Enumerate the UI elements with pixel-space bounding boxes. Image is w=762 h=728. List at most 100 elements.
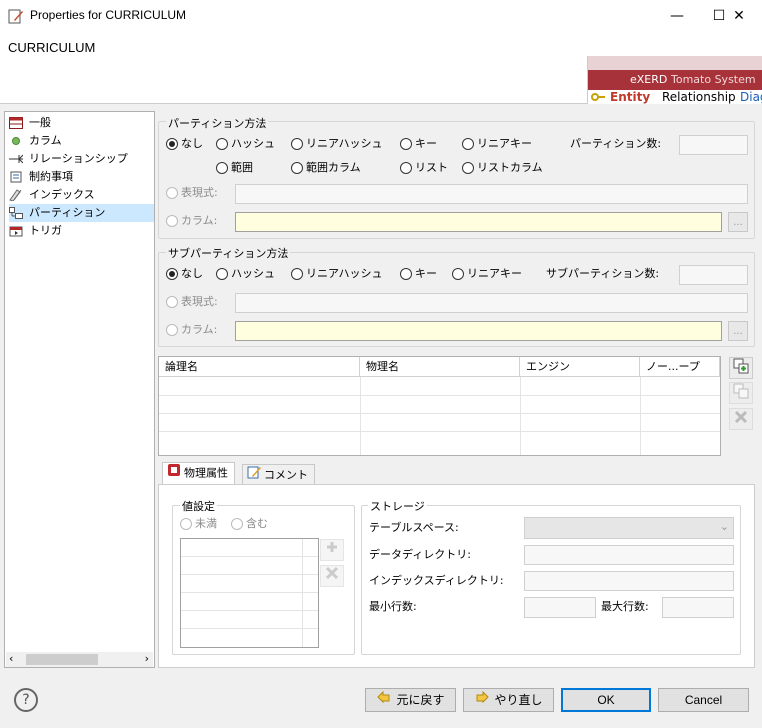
- dialog-header: CURRICULUM eXERD Tomato System Entity Re…: [0, 32, 762, 104]
- tab-entity[interactable]: Entity: [610, 90, 650, 104]
- partition-linear-key-radio[interactable]: リニアキー: [462, 136, 532, 152]
- index-directory-input[interactable]: [524, 571, 734, 591]
- values-inclusive-radio[interactable]: 含む: [231, 516, 268, 532]
- table-icon: [9, 117, 23, 129]
- partition-table: 論理名 物理名 エンジン ノー...ープ: [158, 356, 721, 456]
- column-header-engine[interactable]: エンジン: [520, 357, 640, 377]
- partition-icon: [9, 207, 23, 219]
- tab-physical-attributes[interactable]: 物理属性: [162, 462, 235, 486]
- redo-icon: [474, 690, 490, 712]
- min-rows-input[interactable]: [524, 597, 596, 618]
- window-title: Properties for CURRICULUM: [30, 8, 187, 22]
- tree-item-index[interactable]: インデックス: [9, 186, 154, 204]
- values-group-label: 値設定: [180, 498, 217, 514]
- partition-none-radio[interactable]: なし: [166, 136, 203, 152]
- partition-column-radio[interactable]: カラム:: [166, 213, 217, 229]
- help-button[interactable]: ?: [14, 688, 38, 712]
- subpartition-linear-key-radio[interactable]: リニアキー: [452, 266, 522, 282]
- partition-count-label: パーティション数:: [570, 137, 662, 150]
- index-icon: [9, 189, 23, 202]
- tree-item-column[interactable]: カラム: [9, 132, 154, 150]
- partition-list-radio[interactable]: リスト: [400, 160, 448, 176]
- comment-icon: [247, 465, 261, 486]
- delete-value-button[interactable]: [320, 565, 344, 587]
- subpartition-column-input[interactable]: [235, 321, 722, 341]
- partition-range-columns-radio[interactable]: 範囲カラム: [291, 160, 361, 176]
- tab-comment[interactable]: コメント: [242, 464, 315, 486]
- data-directory-input[interactable]: [524, 545, 734, 565]
- tree-item-constraints[interactable]: 制約事項: [9, 168, 154, 186]
- subpartition-expression-radio[interactable]: 表現式:: [166, 294, 218, 310]
- scroll-right-icon[interactable]: ›: [145, 652, 149, 665]
- subpartition-none-radio[interactable]: なし: [166, 266, 203, 282]
- index-directory-label: インデックスディレクトリ:: [369, 574, 504, 587]
- partition-hash-radio[interactable]: ハッシュ: [216, 136, 275, 152]
- partition-expression-input[interactable]: [235, 184, 748, 204]
- partition-column-input[interactable]: [235, 212, 722, 232]
- partition-expression-radio[interactable]: 表現式:: [166, 185, 218, 201]
- scroll-left-icon[interactable]: ‹: [9, 652, 13, 665]
- subpartition-expression-input[interactable]: [235, 293, 748, 313]
- partition-count-input[interactable]: [679, 135, 748, 155]
- delete-partition-button[interactable]: [729, 408, 753, 430]
- title-bar: Properties for CURRICULUM — ☐ ✕: [0, 0, 762, 32]
- partition-column-browse-button[interactable]: ...: [728, 212, 748, 232]
- revert-button[interactable]: 元に戻す: [365, 688, 456, 712]
- values-less-than-radio[interactable]: 未満: [180, 516, 217, 532]
- brand-panel: eXERD Tomato System Entity Relationship …: [587, 56, 762, 104]
- subpartition-hash-radio[interactable]: ハッシュ: [216, 266, 275, 282]
- subpartition-count-input[interactable]: [679, 265, 748, 285]
- storage-group-label: ストレージ: [368, 498, 427, 514]
- values-list[interactable]: [180, 538, 319, 648]
- table-header: 論理名 物理名 エンジン ノー...ープ: [159, 357, 720, 377]
- column-header-nodegroup[interactable]: ノー...ープ: [640, 357, 720, 377]
- chevron-down-icon: ⌄: [719, 520, 729, 533]
- column-header-physical-name[interactable]: 物理名: [360, 357, 520, 377]
- close-button[interactable]: ✕: [724, 4, 754, 28]
- brand-main: eXERD: [630, 73, 668, 86]
- scrollbar-thumb[interactable]: [26, 654, 98, 665]
- brand-bar: [588, 56, 762, 70]
- properties-icon: [8, 8, 24, 24]
- tree-item-relationship[interactable]: リレーションシップ: [9, 150, 154, 168]
- add-partition-button[interactable]: [729, 357, 753, 379]
- minimize-button[interactable]: —: [662, 4, 692, 28]
- tablespace-select[interactable]: ⌄: [524, 517, 734, 539]
- tablespace-label: テーブルスペース:: [369, 521, 459, 534]
- constraint-icon: [9, 171, 23, 183]
- cancel-button[interactable]: Cancel: [658, 688, 749, 712]
- partition-list-columns-radio[interactable]: リストカラム: [462, 160, 543, 176]
- undo-icon: [376, 690, 392, 712]
- subpartition-group-label: サブパーティション方法: [166, 245, 291, 261]
- physical-attributes-icon: [167, 463, 181, 484]
- tree-horizontal-scrollbar[interactable]: ‹ ›: [6, 652, 153, 667]
- subpartition-column-radio[interactable]: カラム:: [166, 322, 217, 338]
- trigger-icon: [9, 225, 23, 237]
- min-rows-label: 最小行数:: [369, 600, 417, 613]
- tree-item-general[interactable]: 一般: [9, 114, 154, 132]
- add-value-button[interactable]: [320, 539, 344, 561]
- partition-key-radio[interactable]: キー: [400, 136, 437, 152]
- column-icon: [9, 135, 23, 147]
- partition-linear-hash-radio[interactable]: リニアハッシュ: [291, 136, 383, 152]
- ok-button[interactable]: OK: [561, 688, 651, 712]
- partition-range-radio[interactable]: 範囲: [216, 160, 253, 176]
- subpartition-key-radio[interactable]: キー: [400, 266, 437, 282]
- relationship-icon: [9, 153, 24, 165]
- entity-name: CURRICULUM: [8, 40, 96, 55]
- copy-partition-button[interactable]: [729, 382, 753, 404]
- brand-sub: Tomato System: [671, 73, 756, 86]
- data-directory-label: データディレクトリ:: [369, 548, 471, 561]
- tree-item-trigger[interactable]: トリガ: [9, 222, 154, 240]
- partition-group-label: パーティション方法: [166, 115, 269, 131]
- subpartition-column-browse-button[interactable]: ...: [728, 321, 748, 341]
- subpartition-linear-hash-radio[interactable]: リニアハッシュ: [291, 266, 383, 282]
- tab-relationship[interactable]: Relationship: [662, 90, 736, 104]
- category-tree: 一般 カラム リレーションシップ 制約事項 インデックス パーティション トリガ…: [4, 111, 155, 668]
- max-rows-input[interactable]: [662, 597, 734, 618]
- tab-diagram[interactable]: Diag: [740, 90, 762, 104]
- redo-button[interactable]: やり直し: [463, 688, 554, 712]
- column-header-logical-name[interactable]: 論理名: [159, 357, 360, 377]
- max-rows-label: 最大行数:: [601, 600, 649, 613]
- tree-item-partition[interactable]: パーティション: [9, 204, 154, 222]
